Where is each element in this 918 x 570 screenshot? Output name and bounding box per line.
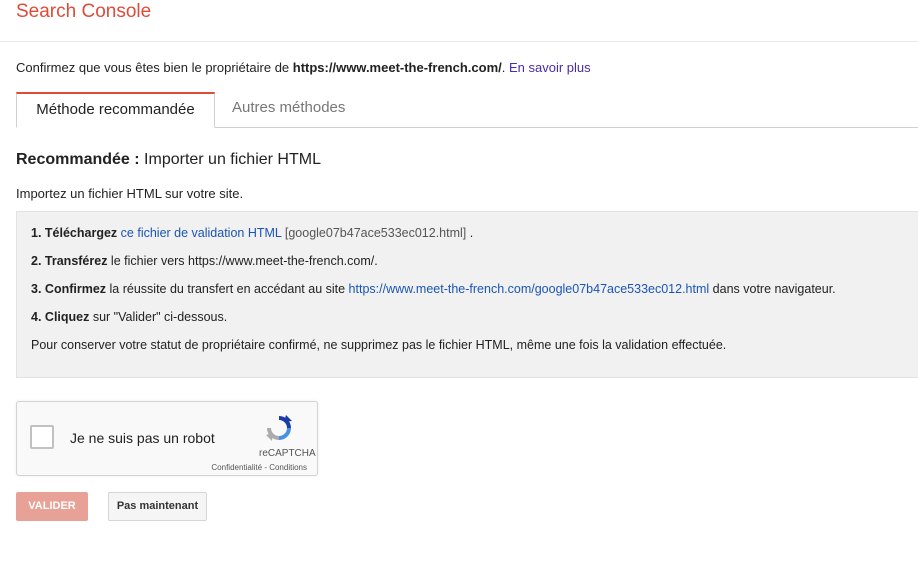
step-verb: Transférez [44,254,108,268]
step-verb: Cliquez [44,310,90,324]
recaptcha-brand: reCAPTCHA [259,448,316,459]
step-verb: Téléchargez [44,226,118,240]
validate-button[interactable]: VALIDER [16,492,88,521]
step-verb: Confirmez [44,282,107,296]
download-file-link[interactable]: ce fichier de validation HTML [121,226,282,240]
learn-more-link[interactable]: En savoir plus [509,60,591,75]
section-subtitle: Importez un fichier HTML sur votre site. [16,186,244,201]
section-title: Recommandée : Importer un fichier HTML [16,151,321,169]
verification-url-link[interactable]: https://www.meet-the-french.com/google07… [349,282,710,296]
step-text: la réussite du transfert en accédant au … [106,282,349,296]
step-end: dans votre navigateur. [709,282,836,296]
step-upload: 2. Transférez le fichier vers https://ww… [31,254,378,268]
intro-prefix: Confirmez que vous êtes bien le propriét… [16,60,293,75]
step-number: 1. [31,226,42,240]
recaptcha-widget: Je ne suis pas un robot reCAPTCHA Confid… [16,401,318,476]
app-title[interactable]: Search Console [16,1,151,23]
instructions-panel: 1. Téléchargez ce fichier de validation … [16,211,918,378]
step-number: 3. [31,282,42,296]
intro-suffix: . [501,60,509,75]
step-text: le fichier vers https://www.meet-the-fre… [107,254,378,268]
section-title-bold: Recommandée : [16,151,140,168]
step-text: sur "Valider" ci-dessous. [89,310,228,324]
tab-recommended-method[interactable]: Méthode recommandée [16,92,215,128]
not-now-button[interactable]: Pas maintenant [108,492,207,521]
step-confirm: 3. Confirmez la réussite du transfert en… [31,282,836,296]
recaptcha-label: Je ne suis pas un robot [70,430,215,446]
retention-note: Pour conserver votre statut de propriéta… [31,338,727,352]
intro-site: https://www.meet-the-french.com/ [292,60,502,75]
step-number: 2. [31,254,42,268]
header: Search Console [0,0,918,42]
section-title-rest: Importer un fichier HTML [139,151,321,168]
method-tabs: Méthode recommandée Autres méthodes [16,92,918,128]
recaptcha-logo-icon [266,415,292,441]
step-end: . [466,226,474,240]
recaptcha-checkbox[interactable] [30,425,54,449]
step-download: 1. Téléchargez ce fichier de validation … [31,226,473,240]
ownership-intro: Confirmez que vous êtes bien le propriét… [16,60,591,75]
file-name: [google07b47ace533ec012.html] [284,226,467,240]
recaptcha-terms-links[interactable]: Confidentialité - Conditions [207,463,307,472]
step-number: 4. [31,310,42,324]
step-click: 4. Cliquez sur "Valider" ci-dessous. [31,310,227,324]
tab-other-methods[interactable]: Autres méthodes [232,92,345,126]
